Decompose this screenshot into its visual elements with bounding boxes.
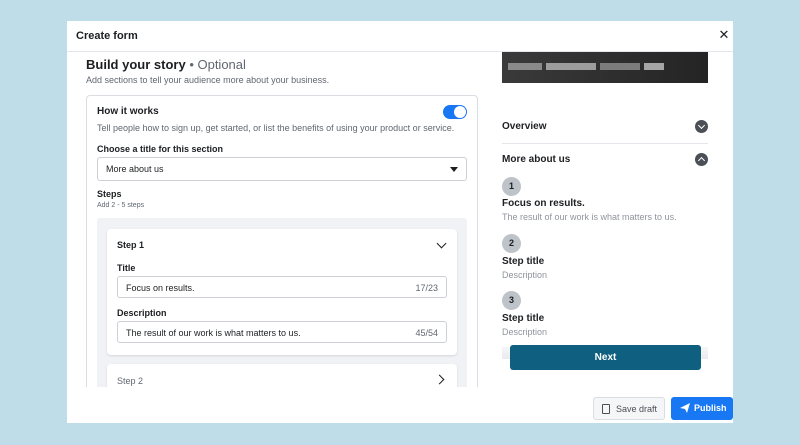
step-2-card[interactable]: Step 2: [107, 364, 457, 387]
story-title: Build your story: [86, 57, 186, 72]
overview-accordion[interactable]: Overview: [502, 118, 708, 138]
step-number-badge: 1: [502, 177, 521, 196]
how-it-works-toggle[interactable]: [443, 105, 467, 119]
divider: [502, 143, 708, 144]
steps-label: Steps: [97, 189, 122, 199]
chevron-down-icon[interactable]: [436, 238, 447, 249]
story-subtitle: Add sections to tell your audience more …: [86, 75, 330, 85]
chevron-down-icon: [695, 120, 708, 133]
save-draft-button[interactable]: Save draft: [593, 397, 665, 420]
chevron-right-icon: [434, 374, 445, 385]
overview-label: Overview: [502, 121, 547, 132]
step-1-card: Step 1 Title Focus on results. 17/23 Des…: [107, 229, 457, 355]
preview-step-title: Focus on results.: [502, 198, 585, 209]
pixelated-block: [546, 63, 596, 70]
preview-step-description: Description: [502, 327, 548, 337]
preview-step-description: The result of our work is what matters t…: [502, 212, 677, 222]
pixelated-block: [600, 63, 640, 70]
section-title-value: More about us: [106, 164, 164, 174]
how-it-works-title: How it works: [97, 106, 159, 117]
step-title-value: Focus on results.: [126, 283, 195, 293]
step-description-input[interactable]: The result of our work is what matters t…: [117, 321, 447, 343]
toggle-knob: [454, 106, 466, 118]
close-icon[interactable]: ✕: [717, 28, 731, 42]
caret-down-icon: [450, 167, 458, 172]
save-draft-label: Save draft: [616, 404, 658, 414]
next-button[interactable]: Next: [510, 345, 701, 370]
step-1-header[interactable]: Step 1: [117, 240, 144, 250]
send-icon: [680, 403, 690, 413]
step-title-count: 17/23: [415, 283, 438, 293]
step-number-badge: 3: [502, 291, 521, 310]
preview-step-title: Step title: [502, 256, 545, 267]
step-description-value: The result of our work is what matters t…: [126, 328, 301, 338]
step-2-header: Step 2: [117, 376, 144, 386]
create-form-modal: Create form ✕ Build your story • Optiona…: [67, 21, 733, 423]
how-it-works-description: Tell people how to sign up, get started,…: [97, 123, 455, 133]
cover-image: [502, 52, 708, 83]
step-title-label: Title: [117, 263, 136, 273]
step-description-count: 45/54: [415, 328, 438, 338]
preview-step-title: Step title: [502, 313, 545, 324]
modal-title: Create form: [76, 30, 138, 42]
publish-button[interactable]: Publish: [671, 397, 733, 420]
pixelated-block: [508, 63, 542, 70]
document-icon: [602, 404, 610, 414]
step-title-input[interactable]: Focus on results. 17/23: [117, 276, 447, 298]
more-about-accordion[interactable]: More about us: [502, 151, 708, 171]
preview-panel: Overview More about us 1 Focus on result…: [502, 52, 708, 387]
publish-label: Publish: [694, 403, 727, 413]
step-description-label: Description: [117, 308, 167, 318]
preview-step-description: Description: [502, 270, 548, 280]
more-about-label: More about us: [502, 154, 571, 165]
chevron-up-icon: [695, 153, 708, 166]
step-number-badge: 2: [502, 234, 521, 253]
optional-label: • Optional: [189, 57, 246, 72]
form-editor-panel: Build your story • Optional Add sections…: [86, 57, 482, 387]
how-it-works-card: How it works Tell people how to sign up,…: [86, 95, 478, 387]
story-heading: Build your story • Optional: [86, 57, 482, 72]
steps-area: Step 1 Title Focus on results. 17/23 Des…: [97, 218, 467, 387]
section-title-select[interactable]: More about us: [97, 157, 467, 181]
modal-header: Create form ✕: [67, 21, 733, 52]
pixelated-block: [644, 63, 664, 70]
section-title-label: Choose a title for this section: [97, 144, 224, 154]
steps-hint: Add 2 - 5 steps: [97, 202, 145, 209]
